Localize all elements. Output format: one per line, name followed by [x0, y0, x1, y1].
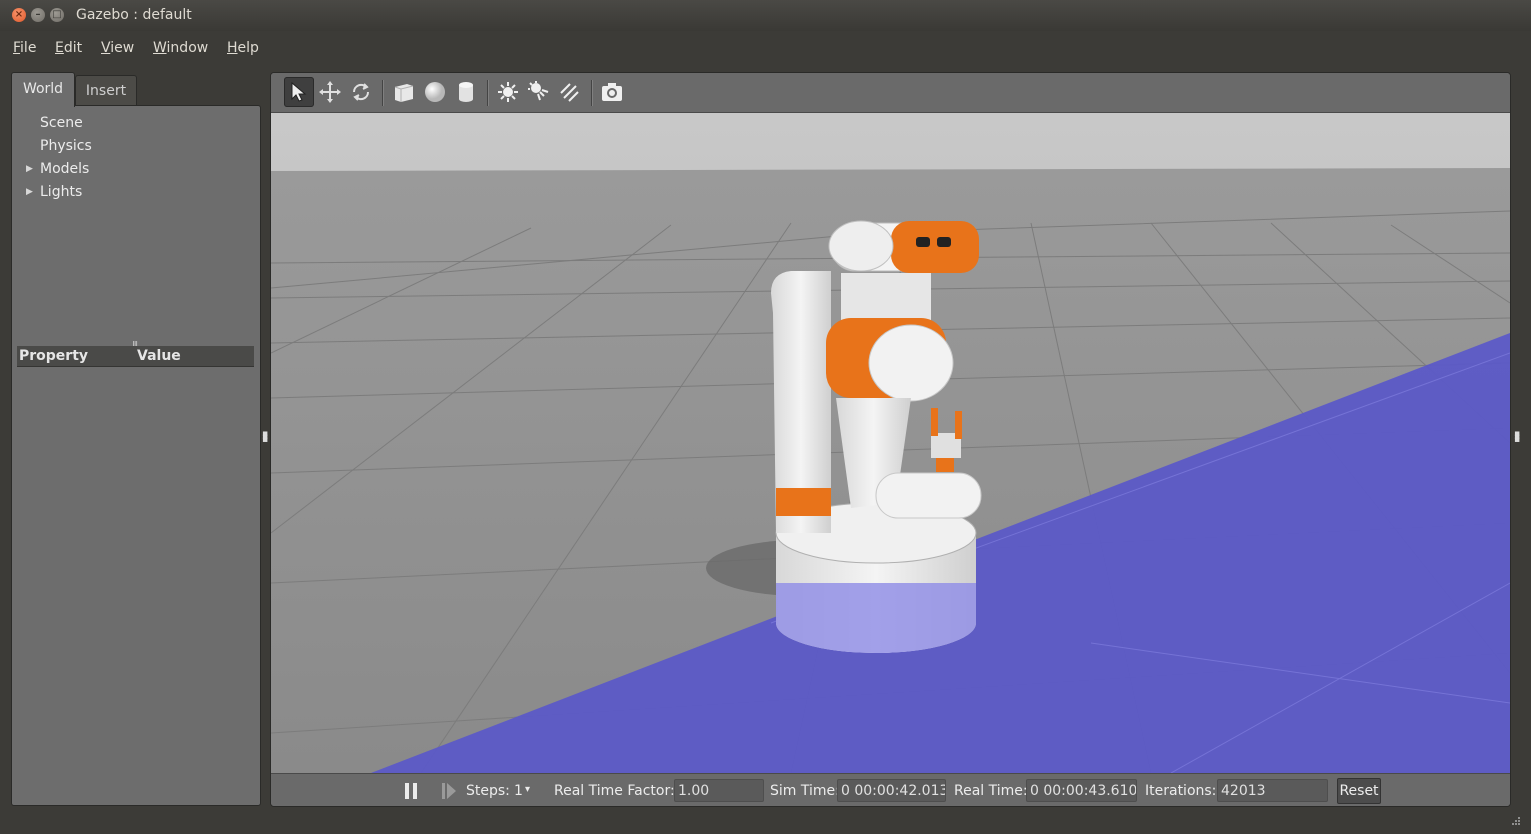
box-shape-icon[interactable] [389, 77, 419, 107]
scene-canvas [271, 113, 1510, 774]
property-column-header[interactable]: Property [19, 348, 88, 364]
sim-time-field: 0 00:00:42.013 [837, 779, 946, 802]
screenshot-camera-icon[interactable] [597, 77, 627, 107]
menu-help[interactable]: Help [227, 40, 259, 56]
tab-insert[interactable]: Insert [75, 75, 137, 106]
tree-item-models[interactable]: ▶ Models [26, 161, 90, 177]
iterations-field: 42013 [1217, 779, 1328, 802]
property-table-header: Property Value [17, 346, 254, 367]
reset-button[interactable]: Reset [1337, 778, 1381, 804]
world-tree-panel: Scene Physics ▶ Models ▶ Lights ||| Prop… [11, 105, 261, 806]
translate-icon[interactable] [315, 77, 345, 107]
sphere-shape-icon[interactable] [420, 77, 450, 107]
iterations-label: Iterations: [1145, 783, 1217, 799]
tree-item-lights[interactable]: ▶ Lights [26, 184, 83, 200]
spot-light-icon[interactable] [524, 77, 554, 107]
chevron-down-icon[interactable]: ▾ [525, 784, 530, 795]
toolbar-separator [487, 80, 489, 106]
select-arrow-icon[interactable] [284, 77, 314, 107]
menu-file[interactable]: File [13, 40, 36, 56]
simulation-control-bar: Steps: 1 ▾ Real Time Factor: 1.00 Sim Ti… [271, 773, 1510, 806]
menu-window[interactable]: Window [153, 40, 208, 56]
pause-icon[interactable] [403, 782, 419, 804]
window-maximize-button[interactable]: □ [50, 8, 64, 22]
value-column-header[interactable]: Value [137, 348, 181, 364]
render-frame: Steps: 1 ▾ Real Time Factor: 1.00 Sim Ti… [270, 72, 1511, 807]
window-close-button[interactable]: × [12, 8, 26, 22]
directional-light-icon[interactable] [555, 77, 585, 107]
tree-item-physics[interactable]: Physics [40, 138, 92, 154]
rotate-icon[interactable] [346, 77, 376, 107]
window-title: Gazebo : default [76, 7, 192, 23]
right-panel-resize-handle[interactable]: ▪ ▪ ▪ [1514, 430, 1520, 445]
steps-value[interactable]: 1 [514, 783, 523, 799]
world-panel: World Insert Scene Physics ▶ Models ▶ Li… [11, 72, 261, 806]
tab-world[interactable]: World [11, 72, 75, 107]
point-light-icon[interactable] [493, 77, 523, 107]
step-forward-icon[interactable] [441, 782, 457, 804]
real-time-factor-label: Real Time Factor: [554, 783, 675, 799]
real-time-field: 0 00:00:43.610 [1026, 779, 1137, 802]
title-bar: × – □ Gazebo : default [0, 0, 1531, 32]
tree-item-label: Physics [40, 138, 92, 154]
window-resize-grip[interactable] [1511, 814, 1521, 825]
real-time-label: Real Time: [954, 783, 1028, 799]
toolbar [271, 73, 1510, 113]
expand-arrow-icon[interactable]: ▶ [26, 164, 33, 174]
cylinder-shape-icon[interactable] [451, 77, 481, 107]
expand-arrow-icon[interactable]: ▶ [26, 187, 33, 197]
menu-view[interactable]: View [101, 40, 134, 56]
menu-bar: File Edit View Window Help [0, 31, 1531, 64]
toolbar-separator [591, 80, 593, 106]
3d-viewport[interactable] [271, 113, 1510, 774]
menu-edit[interactable]: Edit [55, 40, 82, 56]
steps-label: Steps: [466, 783, 510, 799]
tree-item-scene[interactable]: Scene [40, 115, 83, 131]
window-minimize-button[interactable]: – [31, 8, 45, 22]
tree-item-label: Models [40, 161, 90, 177]
toolbar-separator [382, 80, 384, 106]
tree-item-label: Lights [40, 184, 83, 200]
tree-item-label: Scene [40, 115, 83, 131]
real-time-factor-field: 1.00 [674, 779, 764, 802]
left-panel-resize-handle[interactable]: ▪ ▪ ▪ [262, 430, 268, 445]
sim-time-label: Sim Time: [770, 783, 840, 799]
